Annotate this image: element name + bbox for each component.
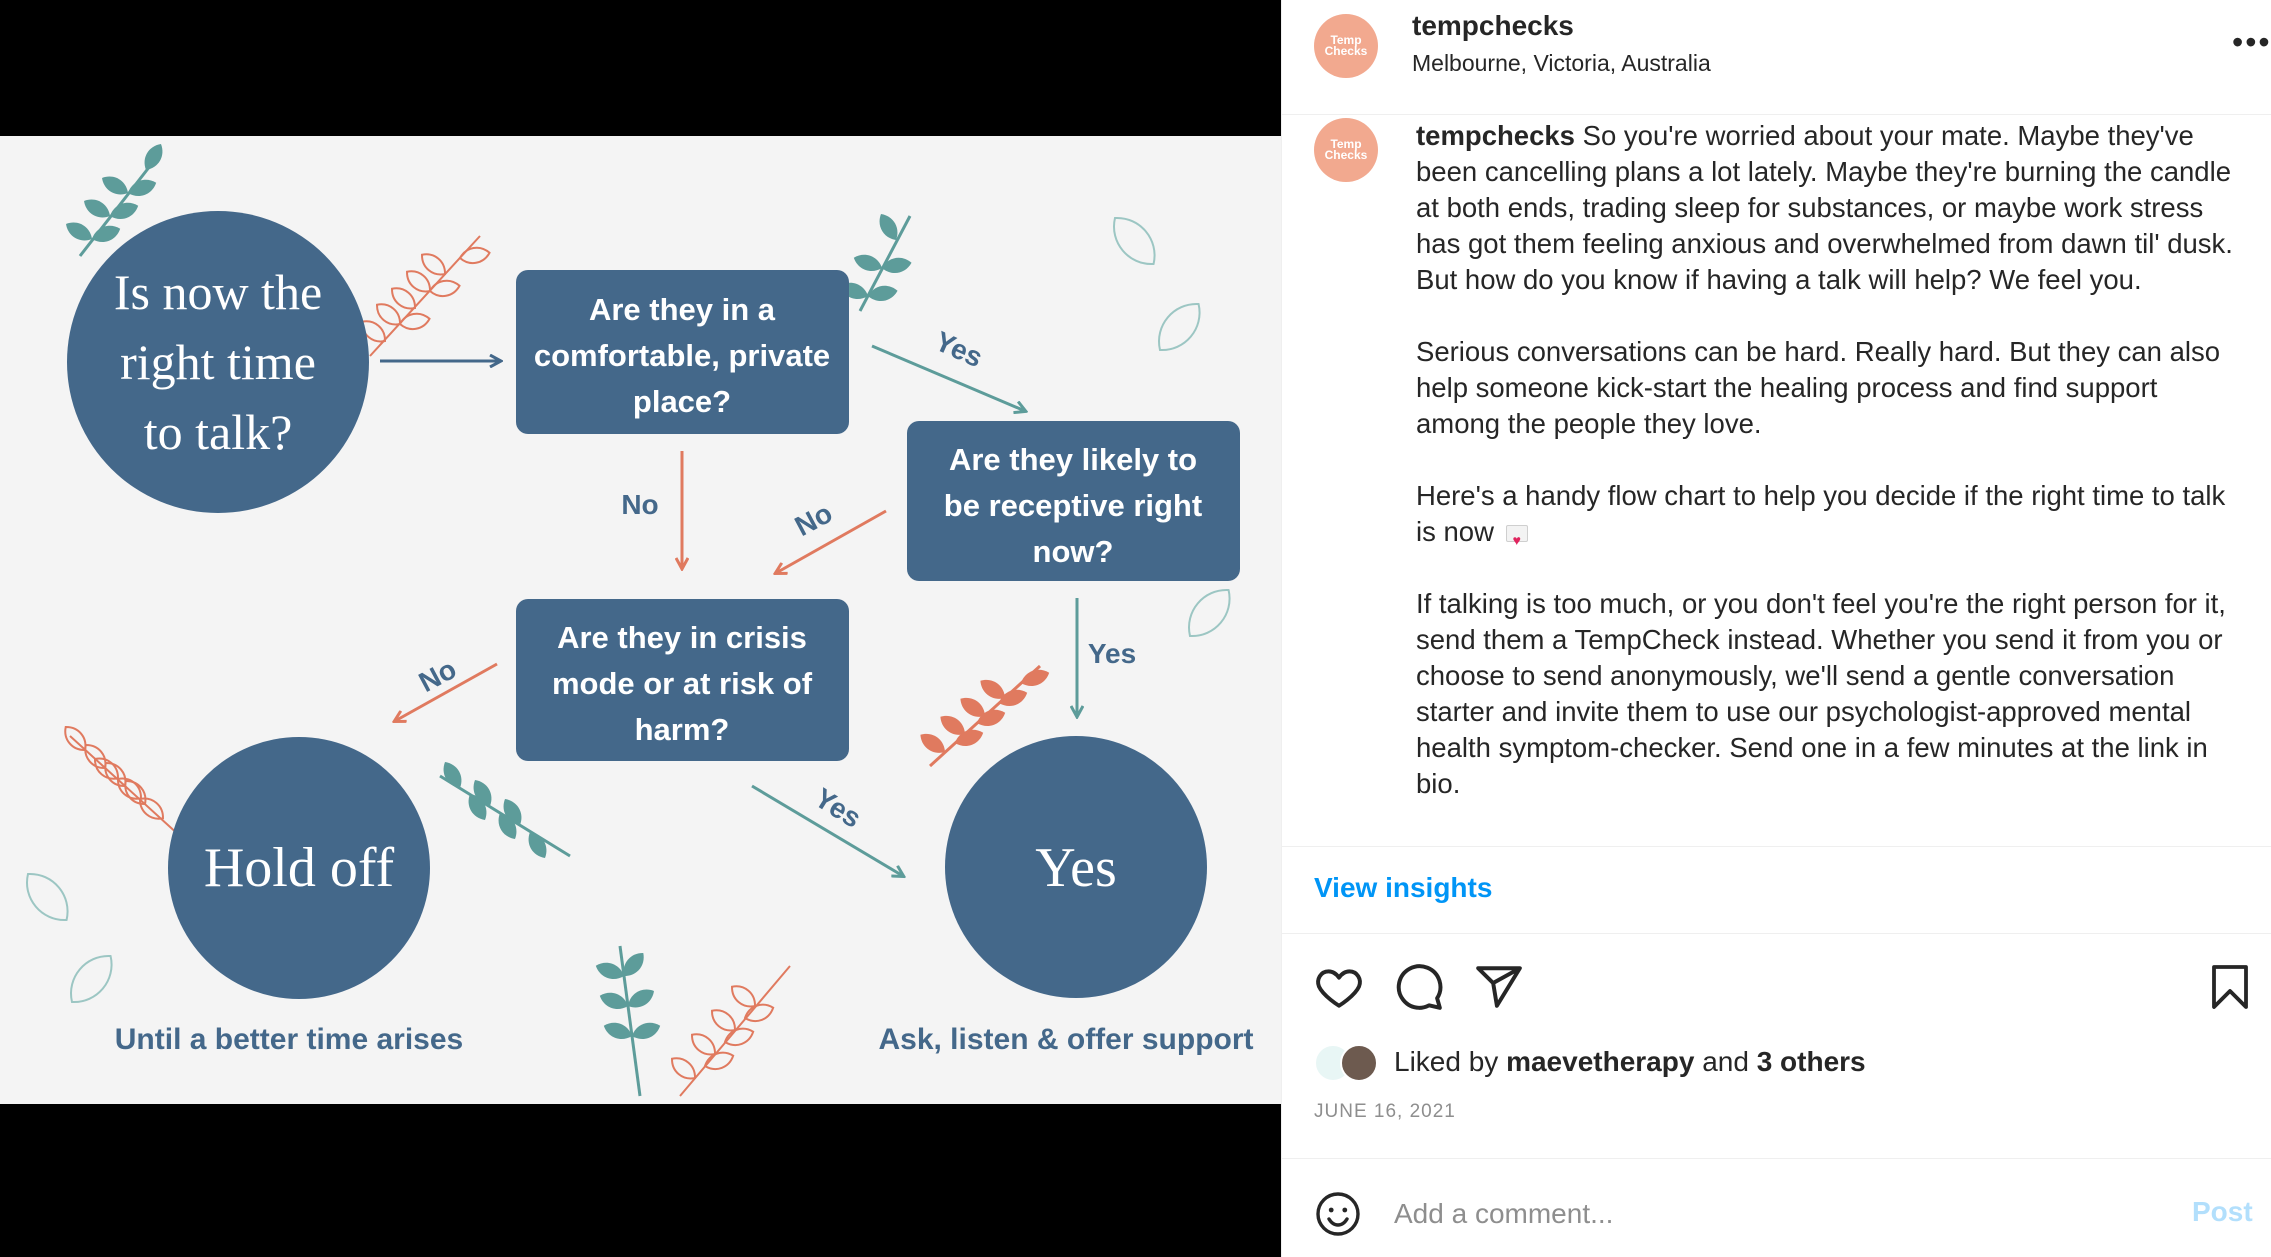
caption-paragraph-1: tempchecks So you're worried about your … (1416, 118, 2236, 298)
flow-node-q3: Are they in crisis mode or at risk of ha… (516, 599, 849, 761)
heart-icon[interactable] (1314, 962, 1364, 1012)
post-date[interactable]: JUNE 16, 2021 (1314, 1101, 1456, 1123)
account-username[interactable]: tempchecks (1412, 10, 1574, 42)
q1-line-2: comfortable, private (534, 338, 830, 373)
q1-line-1: Are they in a (589, 292, 776, 327)
q3-line-1: Are they in crisis (557, 620, 807, 655)
send-icon[interactable] (1474, 962, 1524, 1012)
comment-input[interactable] (1394, 1192, 2094, 1236)
q2-line-2: be receptive right (944, 488, 1202, 523)
post-comment-button[interactable]: Post (2192, 1196, 2253, 1228)
insights-divider (1282, 933, 2271, 934)
post-media[interactable]: Yes No No Yes No Yes Is now the right ti… (0, 0, 1281, 1257)
flow-node-q1: Are they in a comfortable, private place… (516, 270, 849, 434)
liker-avatar-2 (1340, 1044, 1378, 1082)
post-location[interactable]: Melbourne, Victoria, Australia (1412, 50, 1711, 77)
hold-off-label: Hold off (204, 837, 395, 899)
comment-divider (1282, 1158, 2271, 1159)
hold-off-caption: Until a better time arises (115, 1023, 463, 1056)
likes-and: and (1702, 1046, 1749, 1077)
q1-line-3: place? (633, 384, 731, 419)
yes-caption: Ask, listen & offer support (878, 1023, 1253, 1056)
flowchart-image: Yes No No Yes No Yes Is now the right ti… (0, 136, 1281, 1104)
caption-paragraph-4: If talking is too much, or you don't fee… (1416, 588, 2226, 799)
bookmark-icon[interactable] (2206, 962, 2254, 1012)
flow-node-q2: Are they likely to be receptive right no… (907, 421, 1240, 581)
post-caption: tempchecks So you're worried about your … (1416, 118, 2236, 838)
smiley-icon[interactable] (1314, 1190, 1362, 1238)
q3-line-2: mode or at risk of (552, 666, 813, 701)
likes-others[interactable]: 3 others (1757, 1046, 1866, 1077)
caption-paragraph-3: Here's a handy flow chart to help you de… (1416, 478, 2236, 558)
start-line-1: Is now the (114, 264, 322, 320)
more-options-icon[interactable]: ••• (2232, 26, 2271, 58)
likes-summary: Liked by maevetherapy and 3 others (1394, 1046, 1866, 1078)
view-insights-link[interactable]: View insights (1314, 872, 1492, 904)
q3-line-3: harm? (635, 712, 730, 747)
caption-avatar-logo-text: Temp Checks (1324, 137, 1368, 162)
caption-username[interactable]: tempchecks (1416, 120, 1575, 151)
edge-label-q2-yes: Yes (1088, 638, 1136, 669)
header-divider (1282, 114, 2271, 115)
love-letter-icon (1505, 522, 1528, 558)
liker-avatars[interactable] (1314, 1042, 1384, 1084)
caption-divider (1282, 846, 2271, 847)
yes-label: Yes (1035, 837, 1116, 899)
caption-avatar[interactable]: Temp Checks (1314, 118, 1378, 182)
start-line-3: to talk? (144, 404, 293, 460)
edge-label-q1-q3: No (621, 489, 658, 520)
caption-text-3: Here's a handy flow chart to help you de… (1416, 480, 2226, 547)
avatar-logo-text: Temp Checks (1324, 33, 1368, 58)
likes-prefix: Liked by (1394, 1046, 1499, 1077)
q2-line-3: now? (1033, 534, 1114, 569)
caption-paragraph-2: Serious conversations can be hard. Reall… (1416, 336, 2221, 439)
instagram-post-view: Yes No No Yes No Yes Is now the right ti… (0, 0, 2271, 1257)
start-line-2: right time (120, 334, 316, 390)
likes-first-user[interactable]: maevetherapy (1506, 1046, 1694, 1077)
post-side-panel: Temp Checks tempchecks Melbourne, Victor… (1281, 0, 2271, 1257)
flow-node-start: Is now the right time to talk? (67, 211, 369, 513)
comment-icon[interactable] (1394, 962, 1444, 1012)
account-avatar[interactable]: Temp Checks (1314, 14, 1378, 78)
q2-line-1: Are they likely to (949, 442, 1197, 477)
